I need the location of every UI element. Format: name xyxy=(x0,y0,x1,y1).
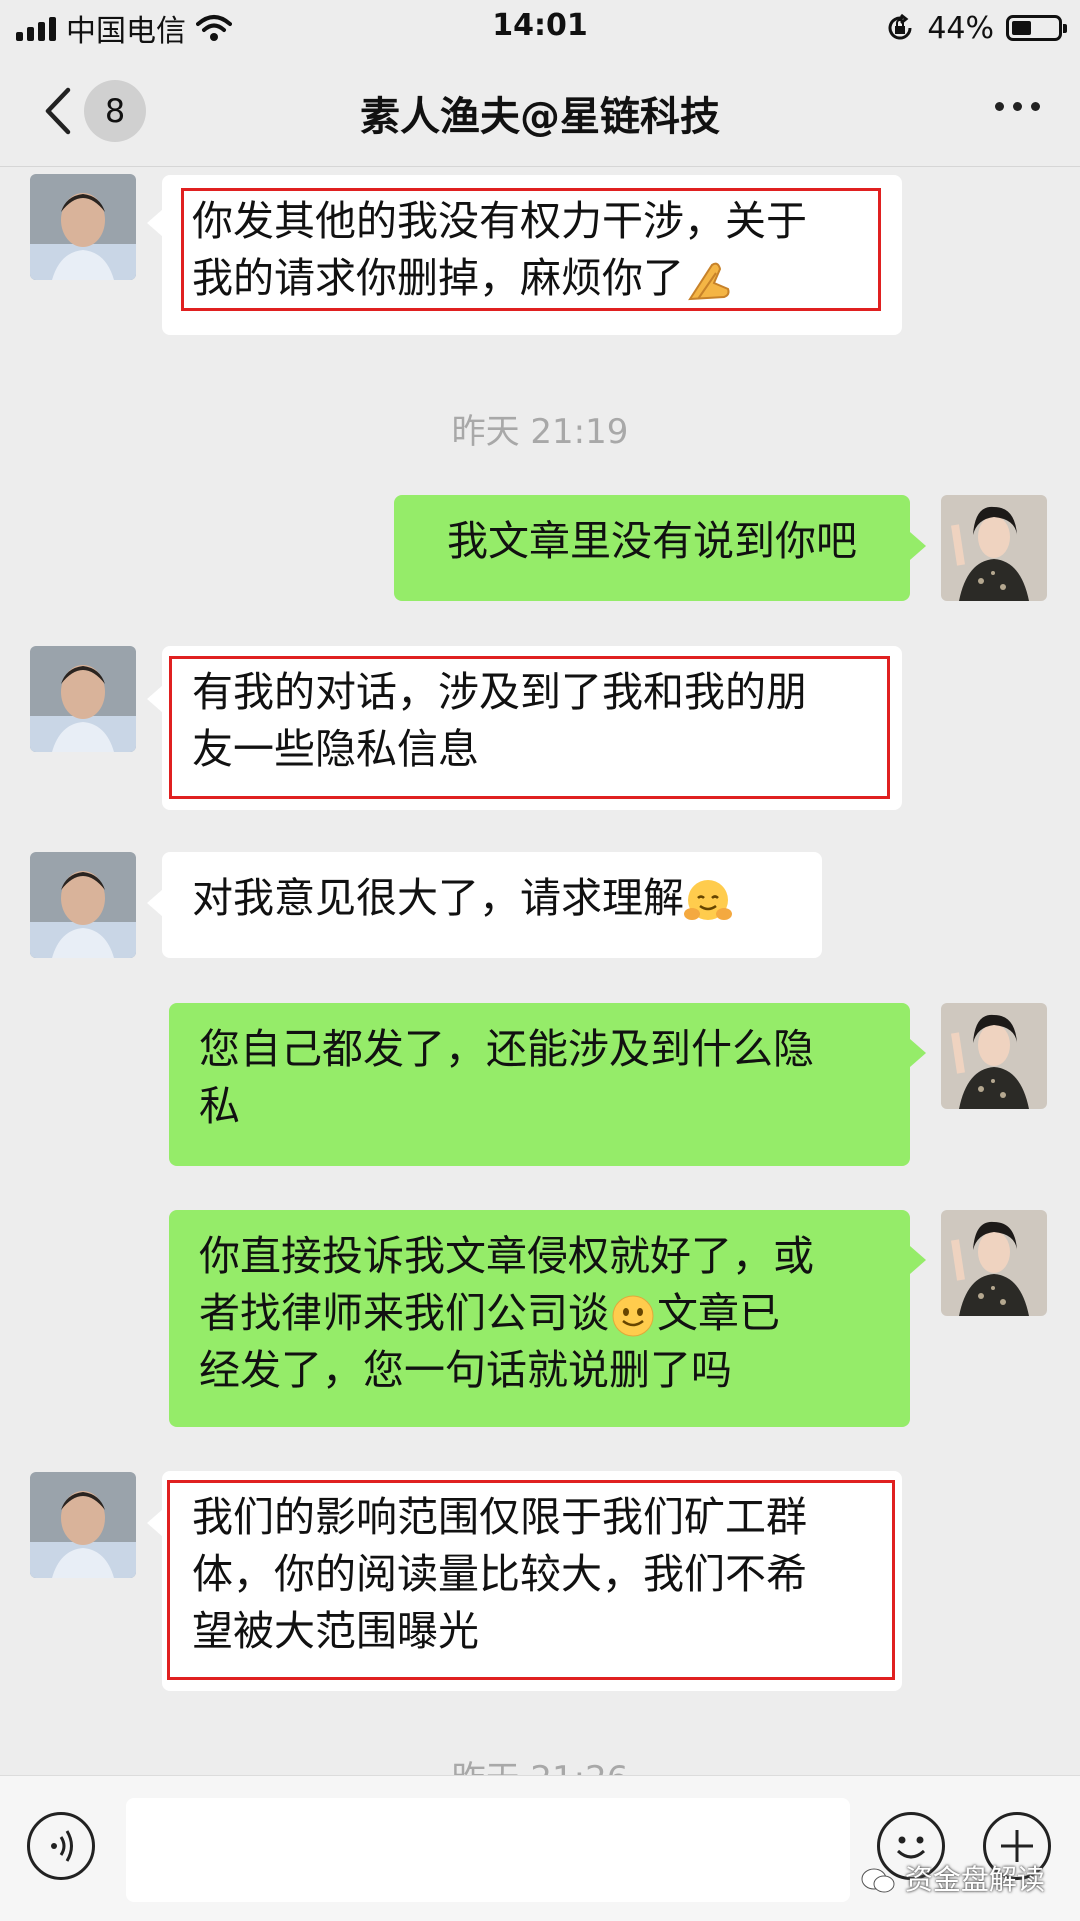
wechat-icon xyxy=(861,1868,895,1893)
folded-hands-icon xyxy=(688,262,730,301)
message-line: 我文章里没有说到你吧 xyxy=(447,517,857,565)
message-line: 体，你的阅读量比较大，我们不希 xyxy=(192,1550,807,1598)
contact-avatar[interactable] xyxy=(30,1472,136,1578)
message-line: 私 xyxy=(199,1082,240,1130)
contact-avatar[interactable] xyxy=(30,852,136,958)
rotation-lock-icon xyxy=(888,13,912,40)
chat-title: 素人渔夫@星链科技 xyxy=(360,94,720,140)
contact-avatar[interactable] xyxy=(30,174,136,280)
message-bubble[interactable]: 我文章里没有说到你吧 xyxy=(394,495,910,601)
message-line: 对我意见很大了，请求理解 xyxy=(192,874,684,922)
battery-icon xyxy=(1006,15,1067,41)
message-line: 你直接投诉我文章侵权就好了，或 xyxy=(199,1232,814,1280)
message-line: 望被大范围曝光 xyxy=(192,1607,479,1655)
message-input[interactable] xyxy=(126,1798,850,1902)
watermark-text: 资金盘解读 xyxy=(904,1863,1045,1896)
bubble-tail xyxy=(910,1039,926,1067)
message-line: 我的请求你删掉，麻烦你了 xyxy=(192,254,684,302)
bubble-tail xyxy=(910,532,926,560)
slight-smile-icon xyxy=(612,1295,654,1337)
message-bubble[interactable]: 您自己都发了，还能涉及到什么隐 私 xyxy=(169,1003,910,1166)
voice-icon[interactable] xyxy=(27,1812,95,1880)
message-line: 友一些隐私信息 xyxy=(192,725,479,773)
message-line: 者找律师来我们公司谈 xyxy=(199,1289,609,1337)
bubble-tail xyxy=(147,209,163,237)
more-icon[interactable] xyxy=(995,102,1040,111)
message-line: 您自己都发了，还能涉及到什么隐 xyxy=(199,1025,814,1073)
timestamp: 昨天 21:26 xyxy=(0,1751,1080,1775)
bubble-tail xyxy=(147,889,163,917)
message-bubble[interactable]: 你发其他的我没有权力干涉，关于 我的请求你删掉，麻烦你了 xyxy=(162,175,902,335)
message-line: 文章已 xyxy=(657,1289,780,1337)
message-line: 我们的影响范围仅限于我们矿工群 xyxy=(192,1493,807,1541)
message-bubble[interactable]: 我们的影响范围仅限于我们矿工群 体，你的阅读量比较大，我们不希 望被大范围曝光 xyxy=(162,1471,902,1691)
watermark: 资金盘解读 xyxy=(860,1858,1045,1898)
my-avatar[interactable] xyxy=(941,1003,1047,1109)
message-line: 经发了，您一句话就说删了吗 xyxy=(199,1346,732,1394)
my-avatar[interactable] xyxy=(941,495,1047,601)
message-line: 有我的对话，涉及到了我和我的朋 xyxy=(192,668,807,716)
message-bubble[interactable]: 对我意见很大了，请求理解 xyxy=(162,852,822,958)
hugging-face-icon xyxy=(684,880,732,920)
message-list[interactable]: 你发其他的我没有权力干涉，关于 我的请求你删掉，麻烦你了 昨天 21:19 我文… xyxy=(0,167,1080,1775)
bubble-tail xyxy=(910,1246,926,1274)
bubble-tail xyxy=(147,1509,163,1537)
input-bar: 资金盘解读 xyxy=(0,1775,1080,1921)
chat-header: 8 素人渔夫@星链科技 xyxy=(0,56,1080,167)
message-bubble[interactable]: 有我的对话，涉及到了我和我的朋 友一些隐私信息 xyxy=(162,646,902,810)
contact-avatar[interactable] xyxy=(30,646,136,752)
timestamp: 昨天 21:19 xyxy=(451,412,629,452)
status-right: 44% xyxy=(885,10,1067,46)
status-bar: 中国电信 14:01 44% xyxy=(0,0,1080,56)
battery-percent: 44% xyxy=(927,10,994,46)
message-bubble[interactable]: 你直接投诉我文章侵权就好了，或 者找律师来我们公司谈 文章已 经发了，您一句话就说… xyxy=(169,1210,910,1427)
my-avatar[interactable] xyxy=(941,1210,1047,1316)
message-line: 你发其他的我没有权力干涉，关于 xyxy=(192,197,807,245)
bubble-tail xyxy=(147,685,163,713)
